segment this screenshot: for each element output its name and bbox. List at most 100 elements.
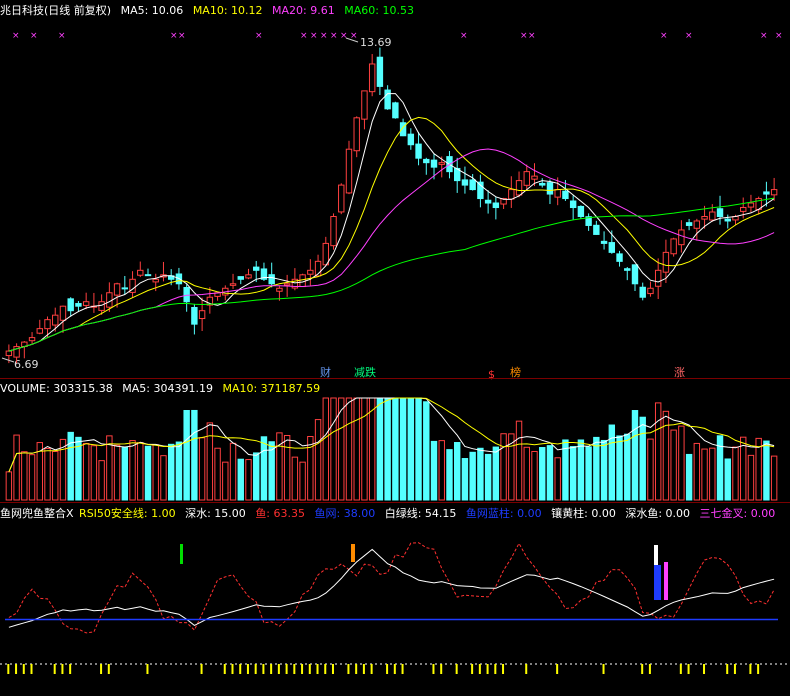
ma5-line <box>8 93 775 352</box>
volume-bar <box>253 452 260 501</box>
candle-body <box>693 220 701 229</box>
candle-body <box>461 179 469 186</box>
yellow-bar <box>703 664 706 674</box>
yellow-bar <box>107 664 110 674</box>
volume-bar <box>415 397 422 501</box>
volume-bar <box>678 425 685 501</box>
candle-body <box>376 56 384 87</box>
volume-bar <box>330 397 337 501</box>
candle-body <box>701 215 708 220</box>
candle-body <box>361 90 368 120</box>
volume-bar <box>639 416 646 501</box>
yellow-bar <box>223 664 226 674</box>
candle-body <box>137 269 144 276</box>
yellow-bar <box>362 664 365 674</box>
volume-bar <box>206 422 214 501</box>
candle-body <box>685 222 693 226</box>
candle-body <box>763 191 770 195</box>
volume-bar <box>569 446 577 501</box>
yellow-bar <box>757 664 760 674</box>
yellow-bar <box>7 664 10 674</box>
signal-marker: × <box>528 31 536 41</box>
yellow-bar <box>648 664 651 674</box>
signal-marker: × <box>320 31 328 41</box>
volume-bar <box>283 435 291 501</box>
volume-bar <box>546 445 554 501</box>
signal-marker: × <box>460 31 468 41</box>
yellow-bar <box>200 664 203 674</box>
candle-body <box>276 287 283 292</box>
candle-body <box>624 268 631 271</box>
volume-bar <box>175 441 183 501</box>
candle-body <box>82 301 90 306</box>
yellow-bar <box>679 664 682 674</box>
volume-bar <box>191 409 198 501</box>
yellow-bar <box>22 664 25 674</box>
yellow-bar <box>502 664 505 674</box>
volume-bar <box>500 433 507 501</box>
stock-chart[interactable]: × × × × × × × × × × × × × × × × × × × <box>0 0 790 696</box>
yellow-bar <box>324 664 327 674</box>
volume-bar <box>670 429 677 501</box>
volume-bar <box>260 436 268 501</box>
candle-body <box>229 283 237 286</box>
candle-body <box>654 269 662 287</box>
candle-body <box>283 283 291 286</box>
candle-body <box>44 319 51 330</box>
yellow-bar <box>401 664 404 674</box>
candle-body <box>616 253 623 262</box>
candle-body <box>237 276 244 280</box>
yellow-bar <box>246 664 249 674</box>
volume-bar <box>376 397 384 501</box>
candle-body <box>770 189 778 196</box>
magenta-signal-bar <box>664 562 668 600</box>
volume-bar <box>554 457 561 501</box>
candle-body <box>52 314 59 326</box>
volume-bar <box>740 436 747 501</box>
yellow-bar <box>602 664 605 674</box>
yellow-bar <box>270 664 273 674</box>
candle-body <box>523 171 530 186</box>
volume-bar <box>461 458 469 501</box>
candle-body <box>631 264 639 285</box>
volume-bar <box>577 439 585 501</box>
signal-marker: × <box>300 31 308 41</box>
candle-body <box>469 179 476 191</box>
signal-marker: × <box>760 31 768 41</box>
signal-marker: × <box>255 31 263 41</box>
volume-bar <box>407 397 415 501</box>
candle-body <box>338 184 345 213</box>
candle-body <box>345 148 353 194</box>
volume-bar <box>585 446 592 501</box>
volume-bar <box>631 410 639 501</box>
volume-bar <box>44 447 51 501</box>
volume-bar <box>477 447 484 501</box>
volume-bar <box>654 402 662 501</box>
candle-body <box>678 229 685 246</box>
yellow-bar <box>308 664 311 674</box>
yellow-bar <box>525 664 528 674</box>
signal-marker: × <box>685 31 693 41</box>
volume-bar <box>709 447 716 501</box>
candle-body <box>183 286 190 303</box>
signal-marker: × <box>340 31 348 41</box>
candle-body <box>747 202 755 208</box>
candle-body <box>415 143 422 159</box>
candle-body <box>546 182 554 195</box>
candle-body <box>662 251 670 273</box>
candle-body <box>438 162 445 165</box>
volume-bar <box>662 410 670 501</box>
volume-bar <box>222 461 229 501</box>
volume-bar <box>523 446 530 501</box>
yellow-bar <box>293 664 296 674</box>
volume-bar <box>144 445 152 501</box>
candle-body <box>484 199 492 204</box>
volume-bar <box>237 458 244 501</box>
volume-bar <box>198 437 206 501</box>
candle-body <box>562 190 569 200</box>
candle-body <box>36 328 43 334</box>
candle-body <box>423 158 430 164</box>
yellow-bar <box>15 664 18 674</box>
candle-body <box>608 242 616 253</box>
low-pointer <box>1 357 15 363</box>
